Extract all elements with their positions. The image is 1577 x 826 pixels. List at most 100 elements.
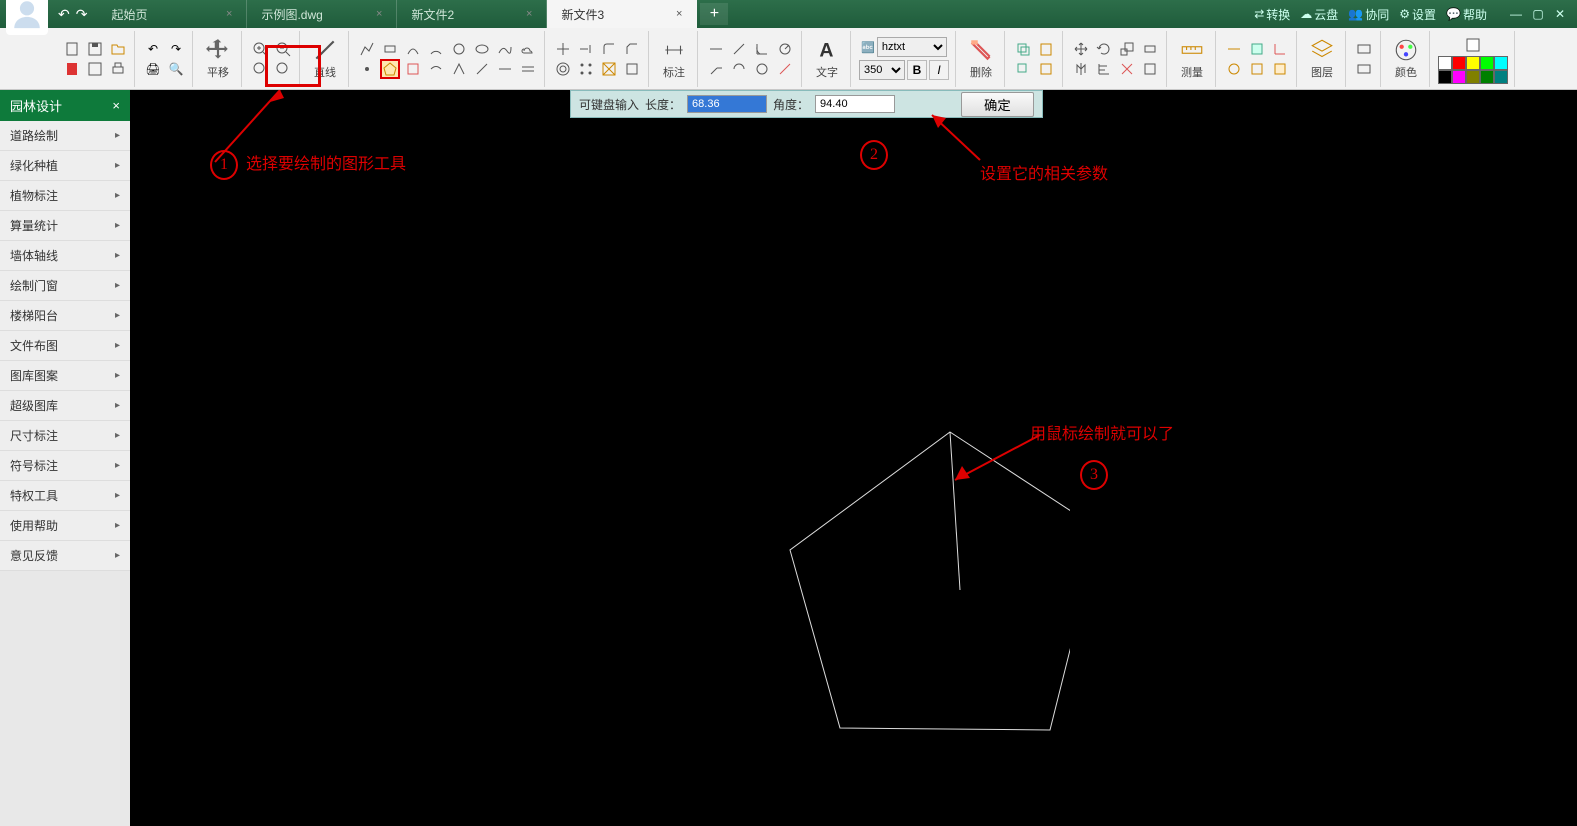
sidebar-item-layout[interactable]: 文件布图▸ <box>0 331 130 361</box>
zoom-out-icon[interactable] <box>273 39 293 59</box>
close-window-button[interactable]: ✕ <box>1551 7 1569 21</box>
dim-radius-icon[interactable] <box>775 39 795 59</box>
find-icon[interactable]: 🔍 <box>166 59 186 79</box>
sidebar-item-stair[interactable]: 楼梯阳台▸ <box>0 301 130 331</box>
tab-start[interactable]: 起始页× <box>97 0 247 28</box>
sidebar-item-superlib[interactable]: 超级图库▸ <box>0 391 130 421</box>
save-icon[interactable] <box>85 39 105 59</box>
bylayer-icon[interactable] <box>1462 34 1484 56</box>
convert-button[interactable]: ⇄ 转换 <box>1254 6 1290 23</box>
tab-example[interactable]: 示例图.dwg× <box>247 0 397 28</box>
dim-arc-icon[interactable] <box>729 59 749 79</box>
tab-newfile2[interactable]: 新文件2× <box>397 0 547 28</box>
swatch-yellow[interactable] <box>1466 56 1480 70</box>
xline-icon[interactable] <box>495 59 515 79</box>
chamfer-icon[interactable] <box>622 39 642 59</box>
zoom-window-icon[interactable] <box>250 59 270 79</box>
coop-button[interactable]: 👥 协同 <box>1348 6 1389 23</box>
point-icon[interactable] <box>357 59 377 79</box>
layer-off-icon[interactable] <box>1354 59 1374 79</box>
stretch-icon[interactable] <box>1140 39 1160 59</box>
italic-button[interactable]: I <box>929 60 949 80</box>
maximize-button[interactable]: ▢ <box>1529 7 1547 21</box>
close-icon[interactable]: × <box>206 8 232 20</box>
ellipse-icon[interactable] <box>472 39 492 59</box>
close-icon[interactable]: × <box>506 8 532 20</box>
print-icon[interactable] <box>108 59 128 79</box>
length-input[interactable] <box>687 95 767 113</box>
redo2-icon[interactable]: ↷ <box>166 39 186 59</box>
sidebar-item-plant-label[interactable]: 植物标注▸ <box>0 181 130 211</box>
area-icon[interactable] <box>1247 39 1267 59</box>
paste-icon[interactable] <box>1036 39 1056 59</box>
zoom-in-icon[interactable] <box>250 39 270 59</box>
dist-icon[interactable] <box>1224 39 1244 59</box>
settings-button[interactable]: ⚙ 设置 <box>1399 6 1436 23</box>
rectangle-icon[interactable] <box>380 39 400 59</box>
array-icon[interactable] <box>576 59 596 79</box>
sum-icon[interactable] <box>1270 59 1290 79</box>
spline-icon[interactable] <box>495 39 515 59</box>
hatch-icon[interactable] <box>426 59 446 79</box>
close-icon[interactable]: × <box>112 98 120 113</box>
dim-edit-icon[interactable] <box>775 59 795 79</box>
swatch-teal[interactable] <box>1494 70 1508 84</box>
font-select[interactable]: hztxt <box>877 37 947 57</box>
layer-props-icon[interactable] <box>1354 39 1374 59</box>
sidebar-item-dimension[interactable]: 尺寸标注▸ <box>0 421 130 451</box>
text-button[interactable]: A 文字 <box>810 35 844 82</box>
break-icon[interactable] <box>599 59 619 79</box>
sidebar-item-symbol[interactable]: 符号标注▸ <box>0 451 130 481</box>
fillet-icon[interactable] <box>599 39 619 59</box>
swatch-red[interactable] <box>1452 56 1466 70</box>
undo-icon[interactable]: ↶ <box>58 6 70 23</box>
explode-icon[interactable] <box>1117 59 1137 79</box>
align-icon[interactable] <box>1094 59 1114 79</box>
cloud-button[interactable]: ☁ 云盘 <box>1300 6 1338 23</box>
trim-icon[interactable] <box>553 39 573 59</box>
dim-linear-icon[interactable] <box>706 39 726 59</box>
line-button[interactable]: 直线 <box>308 35 342 82</box>
delete-button[interactable]: 删除 <box>964 35 998 82</box>
sidebar-item-quantity[interactable]: 算量统计▸ <box>0 211 130 241</box>
polygon-tool-icon[interactable] <box>380 59 400 79</box>
angle-measure-icon[interactable] <box>1270 39 1290 59</box>
confirm-button[interactable]: 确定 <box>961 92 1034 117</box>
curve-icon[interactable] <box>449 59 469 79</box>
pdf-icon[interactable] <box>62 59 82 79</box>
sidebar-item-door[interactable]: 绘制门窗▸ <box>0 271 130 301</box>
leader-icon[interactable] <box>706 59 726 79</box>
move-icon[interactable] <box>1071 39 1091 59</box>
sidebar-item-privilege[interactable]: 特权工具▸ <box>0 481 130 511</box>
new-tab-button[interactable]: + <box>700 3 728 25</box>
arc2-icon[interactable] <box>426 39 446 59</box>
block-icon[interactable] <box>1140 59 1160 79</box>
region-icon[interactable] <box>403 59 423 79</box>
new-file-icon[interactable] <box>62 39 82 59</box>
sidebar-header[interactable]: 园林设计× <box>0 90 130 121</box>
match-icon[interactable] <box>1036 59 1056 79</box>
offset-icon[interactable] <box>553 59 573 79</box>
close-icon[interactable]: × <box>656 8 682 20</box>
dim-angular-icon[interactable] <box>752 39 772 59</box>
rotate-icon[interactable] <box>1094 39 1114 59</box>
color-button[interactable]: 颜色 <box>1389 35 1423 82</box>
undo2-icon[interactable]: ↶ <box>143 39 163 59</box>
sidebar-item-feedback[interactable]: 意见反馈▸ <box>0 541 130 571</box>
swatch-magenta[interactable] <box>1452 70 1466 84</box>
join-icon[interactable] <box>622 59 642 79</box>
polyline-icon[interactable] <box>357 39 377 59</box>
zoom-extents-icon[interactable] <box>273 59 293 79</box>
swatch-olive[interactable] <box>1466 70 1480 84</box>
export-icon[interactable] <box>85 59 105 79</box>
arc-icon[interactable] <box>403 39 423 59</box>
sidebar-item-help[interactable]: 使用帮助▸ <box>0 511 130 541</box>
dim-aligned-icon[interactable] <box>729 39 749 59</box>
swatch-darkgreen[interactable] <box>1480 70 1494 84</box>
swatch-black[interactable] <box>1438 70 1452 84</box>
avatar[interactable] <box>6 0 48 35</box>
scale-icon[interactable] <box>1117 39 1137 59</box>
ray-icon[interactable] <box>472 59 492 79</box>
drawing-canvas[interactable]: 可键盘输入 长度： 角度： 确定 1选择要绘制的图形工具 2 设置它的相关参数 <box>130 90 1577 826</box>
swatch-white[interactable] <box>1438 56 1452 70</box>
